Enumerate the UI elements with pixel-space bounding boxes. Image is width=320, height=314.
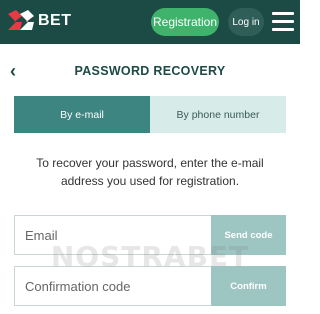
top-header: BET Registration Log in	[0, 0, 300, 44]
page-title: PASSWORD RECOVERY	[74, 64, 226, 78]
logo-22-mark-icon	[8, 10, 34, 30]
recovery-method-tabs: By e-mail By phone number	[14, 96, 286, 133]
tab-by-phone[interactable]: By phone number	[150, 96, 286, 133]
login-button[interactable]: Log in	[228, 8, 264, 36]
logo-text: BET	[38, 12, 72, 29]
email-input[interactable]	[14, 215, 211, 255]
email-row: Send code	[14, 215, 286, 255]
hamburger-menu-icon[interactable]	[272, 12, 294, 32]
confirmation-row: Confirm	[14, 266, 286, 306]
confirmation-code-input[interactable]	[14, 266, 211, 306]
instructions-text: To recover your password, enter the e-ma…	[36, 156, 264, 188]
logo[interactable]: BET	[6, 8, 72, 34]
confirm-button[interactable]: Confirm	[211, 266, 286, 306]
registration-button[interactable]: Registration	[151, 8, 219, 36]
tab-by-email[interactable]: By e-mail	[14, 96, 150, 133]
send-code-button[interactable]: Send code	[211, 215, 286, 255]
